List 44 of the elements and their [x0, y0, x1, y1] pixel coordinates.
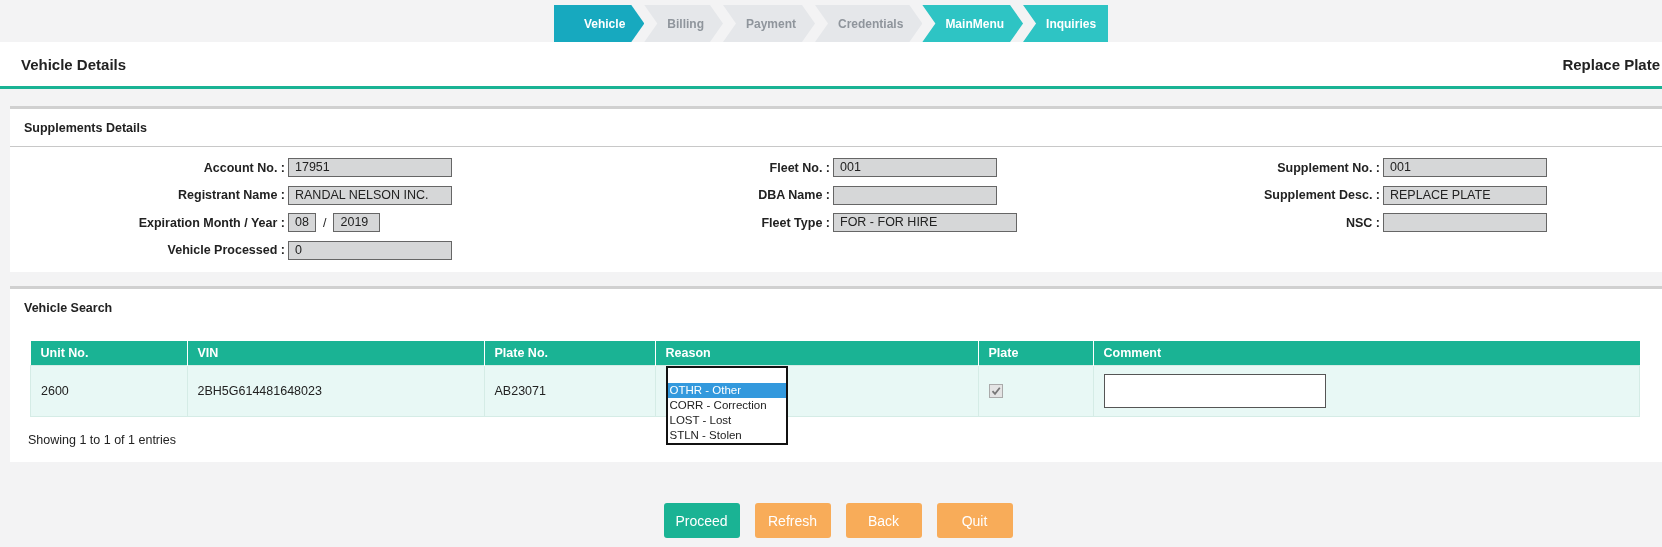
field-label: Vehicle Processed :	[167, 243, 285, 258]
input-field[interactable]: FOR - FOR HIRE	[833, 213, 1017, 233]
section-title: Vehicle Search	[23, 300, 114, 317]
column-header: Plate No.	[484, 341, 655, 366]
input-field[interactable]	[833, 185, 997, 205]
column-header: Reason	[655, 341, 978, 366]
wizard-step: Credentials	[815, 5, 923, 42]
field-label: DBA Name :	[758, 188, 830, 203]
column-header: Comment	[1093, 341, 1640, 366]
column-header: Plate	[978, 341, 1093, 366]
table-cell: 2600	[41, 384, 69, 398]
date-separator: /	[323, 215, 327, 230]
column-header: Unit No.	[30, 341, 187, 366]
field-label: Expiration Month / Year :	[138, 215, 285, 230]
table-cell: 2BH5G614481648023	[197, 384, 322, 398]
input-field[interactable]: REPLACE PLATE	[1383, 185, 1547, 205]
section-title: Supplements Details	[23, 120, 148, 137]
input-field[interactable]	[1383, 213, 1547, 233]
month-field[interactable]: 08	[288, 213, 316, 233]
field-label: Registrant Name :	[178, 188, 285, 203]
field-label: Fleet No. :	[769, 160, 830, 175]
input-field[interactable]: 001	[833, 158, 997, 178]
table-cell: AB23071	[494, 384, 546, 398]
wizard-step: Payment	[723, 5, 815, 42]
page-title: Vehicle Details	[21, 55, 127, 73]
listbox-option[interactable]: LOST - Lost	[667, 413, 786, 428]
entries-info: Showing 1 to 1 of 1 entries	[28, 433, 176, 447]
input-field[interactable]: 17951	[288, 158, 452, 178]
field-label: NSC :	[1345, 215, 1380, 230]
wizard-step: Billing	[644, 5, 723, 42]
field-label: Fleet Type :	[761, 215, 830, 230]
column-header: VIN	[187, 341, 484, 366]
input-field[interactable]: 0	[288, 240, 452, 260]
input-field[interactable]: 001	[1383, 158, 1547, 178]
field-label: Supplement Desc. :	[1264, 188, 1380, 203]
field-label: Supplement No. :	[1277, 160, 1380, 175]
page-subtitle: Replace Plate	[1562, 55, 1660, 73]
listbox-option[interactable]: STLN - Stolen	[667, 428, 786, 443]
year-field[interactable]: 2019	[333, 213, 381, 233]
comment-field[interactable]	[1103, 374, 1326, 408]
reason-listbox[interactable]: OTHR - Other CORR - Correction LOST - Lost STLN - Stolen	[665, 366, 788, 445]
input-field[interactable]: RANDAL NELSON INC.	[288, 185, 452, 205]
listbox-option[interactable]: CORR - Correction	[667, 398, 786, 413]
field-label: Account No. :	[203, 160, 285, 175]
